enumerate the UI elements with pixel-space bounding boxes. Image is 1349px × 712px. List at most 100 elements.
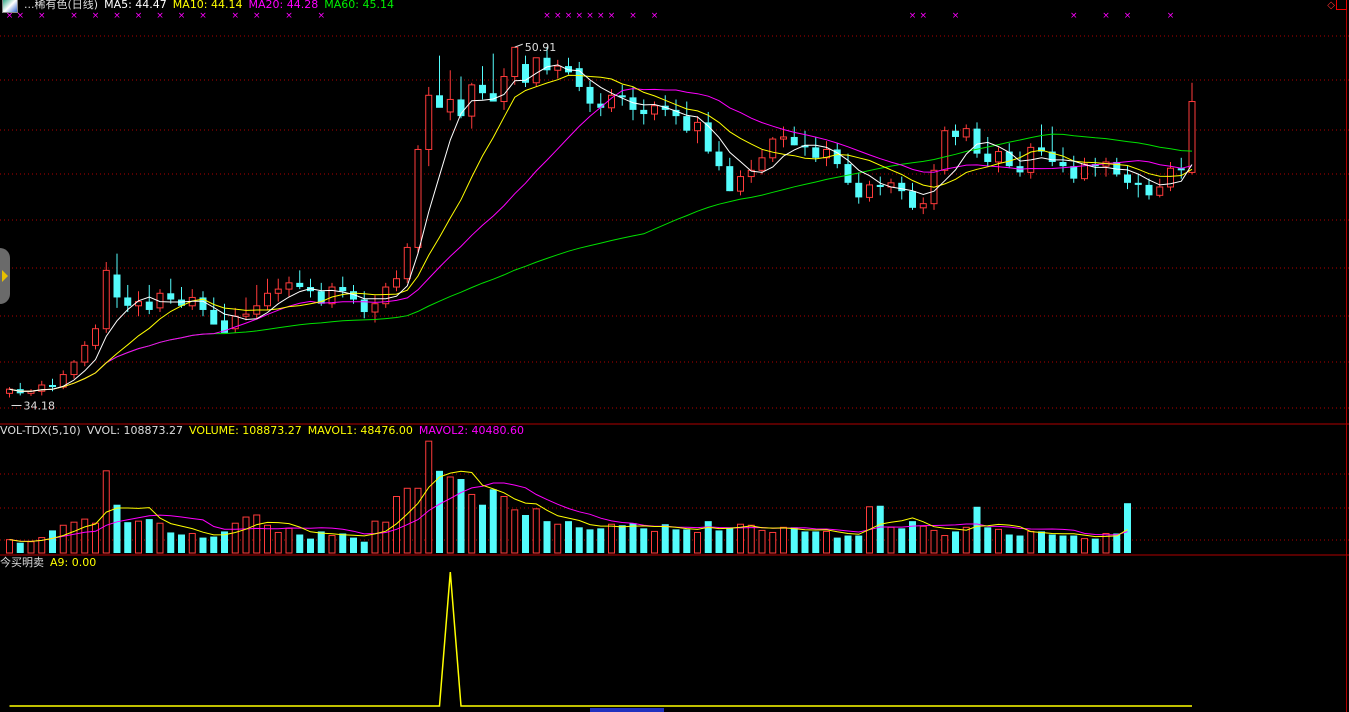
top-marker: ×	[952, 11, 960, 21]
volume-bar	[500, 496, 508, 554]
candle-body	[371, 303, 379, 313]
volume-bar	[575, 527, 583, 553]
candle-body	[866, 184, 873, 198]
ma60-line	[9, 133, 1193, 392]
volume-bar	[350, 537, 357, 553]
candle-body	[683, 116, 691, 131]
candle-body	[145, 301, 153, 310]
volume-bar	[339, 533, 347, 553]
candle-body	[640, 109, 648, 115]
volume-bar	[565, 521, 572, 553]
candle-body	[167, 293, 175, 300]
top-marker: ×	[586, 11, 594, 21]
top-marker: ×	[575, 11, 583, 21]
volume-bar	[737, 523, 744, 554]
volume-bar	[264, 524, 271, 554]
candle-body	[113, 274, 121, 298]
volume-bar	[532, 508, 540, 554]
volume-bar	[242, 516, 250, 554]
volume-bar	[1070, 535, 1078, 553]
close-box-icon[interactable]	[1336, 0, 1347, 10]
candlesticks	[6, 46, 1196, 398]
volume-bar	[296, 534, 304, 553]
top-marker: ×	[38, 11, 46, 21]
chart-grid	[0, 0, 1349, 712]
app-logo-icon	[2, 0, 18, 13]
volume-bar	[16, 542, 24, 553]
candle-body	[414, 148, 422, 248]
candle-body	[694, 121, 701, 132]
volume-bar	[952, 531, 959, 553]
candle-body	[1156, 186, 1164, 196]
candle-body	[393, 278, 400, 288]
candle-body	[479, 84, 486, 94]
top-marker: ×	[135, 11, 143, 21]
candle-body	[726, 166, 734, 192]
candle-body	[242, 313, 250, 317]
candle-body	[1124, 174, 1131, 183]
mavol2-value: MAVOL2: 40480.60	[418, 424, 525, 437]
top-marker: ×	[919, 11, 927, 21]
volume-bar	[360, 541, 368, 553]
top-marker: ×	[1070, 11, 1078, 21]
top-marker: ×	[1124, 11, 1132, 21]
candle-body	[70, 361, 78, 376]
candle-body	[511, 46, 519, 78]
volume-bar	[973, 506, 981, 553]
volume-value: VOLUME: 108873.27	[189, 424, 302, 437]
candle-body	[586, 86, 594, 104]
volume-bar	[382, 521, 390, 554]
volume-bar	[919, 525, 927, 554]
volume-bar	[898, 528, 906, 553]
volume-bar	[468, 493, 476, 554]
volume-bar	[586, 529, 594, 553]
candle-body	[909, 191, 916, 208]
top-marker: ×	[597, 11, 605, 21]
volume-bar	[188, 532, 196, 554]
volume-bar	[543, 521, 551, 553]
diamond-icon[interactable]: ◇	[1327, 0, 1335, 11]
volume-bar	[683, 529, 691, 553]
horizontal-scrollbar[interactable]	[590, 708, 664, 712]
volume-bar	[274, 531, 282, 554]
signal-line	[9, 571, 1192, 707]
candle-body	[500, 76, 508, 103]
volume-bars	[6, 440, 1131, 554]
candle-body	[274, 288, 282, 294]
candle-body	[855, 182, 863, 198]
vvol-value: VVOL: 108873.27	[86, 424, 184, 437]
top-marker: ×	[231, 11, 239, 21]
top-marker: ×	[543, 11, 551, 21]
candle-body	[49, 384, 56, 388]
top-marker: ×	[253, 11, 261, 21]
a9-signal-line	[9, 571, 1192, 707]
volume-bar	[425, 440, 433, 554]
high-price-label: 50.91	[525, 41, 557, 54]
volume-legend: VOL-TDX(5,10) VVOL: 108873.27 VOLUME: 10…	[0, 424, 524, 438]
top-marker: ×	[178, 11, 186, 21]
candle-body	[919, 203, 927, 209]
stock-chart[interactable]: × × × × × × × × × × × × × × × × × × × × × × × × × × × × × × 50.91 34.…	[0, 0, 1349, 712]
candle-body	[210, 309, 218, 325]
candle-body	[296, 282, 304, 288]
volume-bar	[156, 522, 164, 554]
volume-bar	[833, 537, 841, 553]
top-signal-markers: × × × × × × × × × × × × × × × × × × × × × × × × × × × × × ×	[6, 11, 1175, 21]
top-marker: ×	[608, 11, 616, 21]
ma20-line	[9, 88, 1193, 392]
volume-bar	[81, 518, 89, 554]
volume-bar	[1059, 535, 1067, 553]
volume-bar	[145, 519, 153, 553]
volume-bar	[651, 530, 658, 554]
candle-body	[446, 98, 454, 113]
collapse-panel-handle[interactable]	[0, 248, 10, 304]
top-marker: ×	[113, 11, 121, 21]
candle-body	[554, 65, 562, 71]
volume-bar	[962, 526, 970, 554]
candle-body	[1145, 184, 1153, 196]
candle-body	[102, 269, 110, 330]
volume-bar	[747, 524, 755, 554]
candle-body	[737, 176, 744, 192]
top-marker: ×	[651, 11, 659, 21]
main-legend: ...稀有色(日线) MA5: 44.47 MA10: 44.14 MA20: …	[2, 0, 394, 13]
